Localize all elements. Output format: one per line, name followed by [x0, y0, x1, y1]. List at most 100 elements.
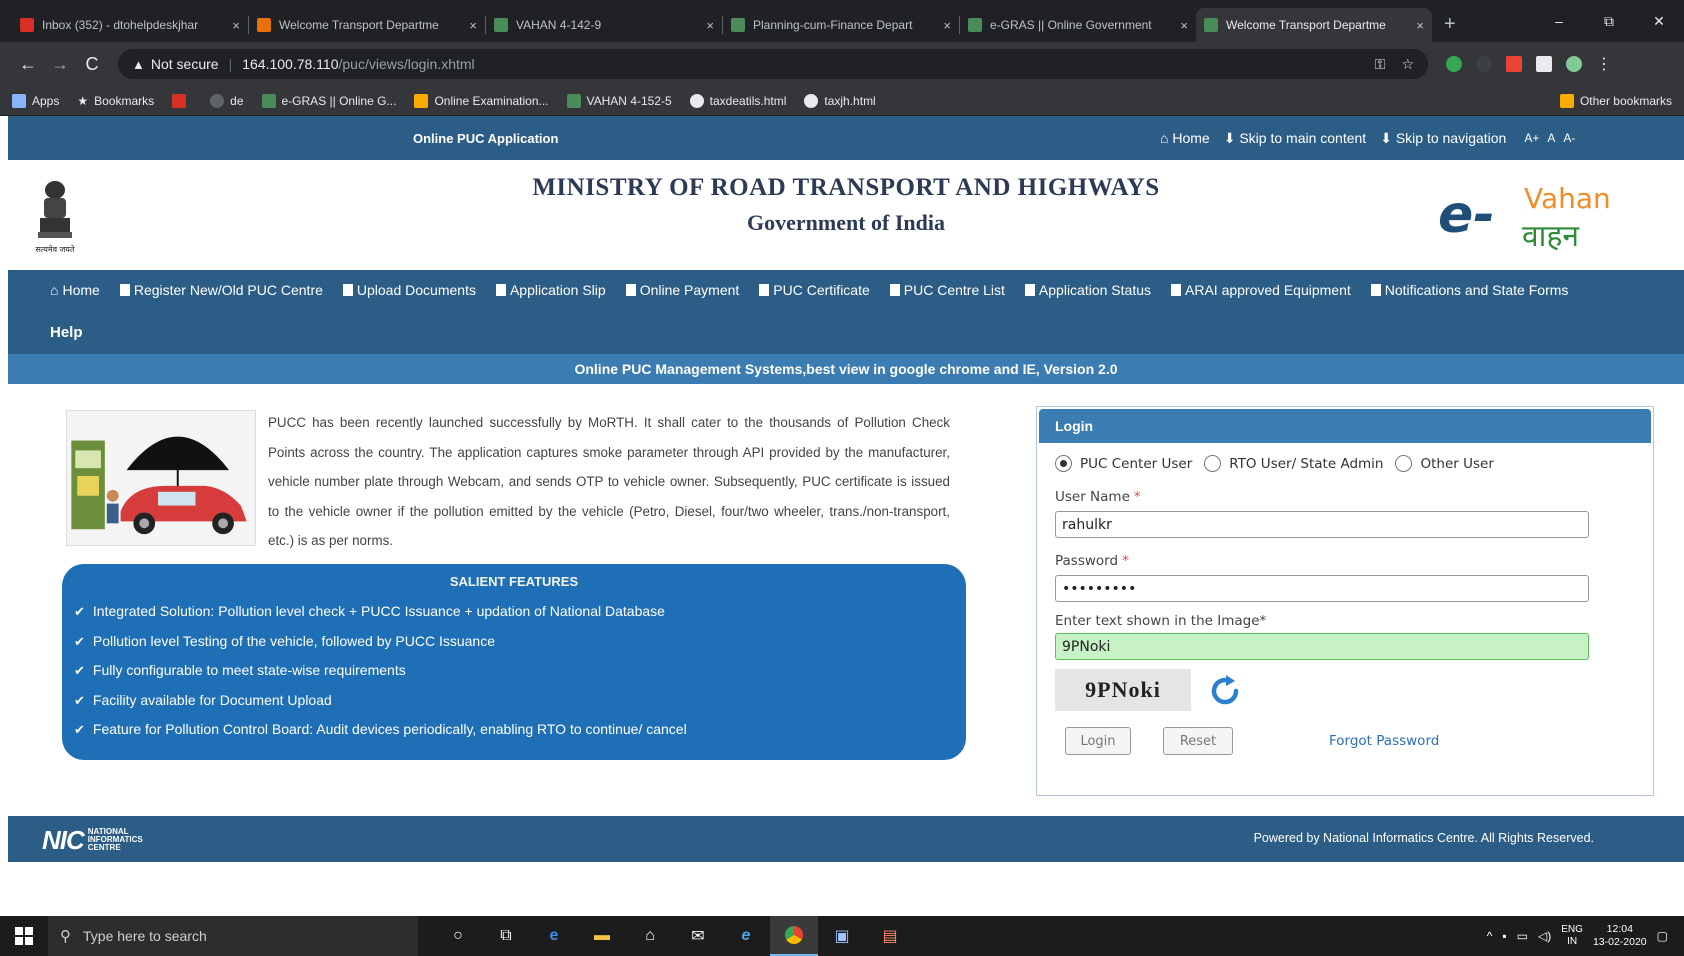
edge-icon[interactable]: e — [530, 916, 578, 956]
forgot-password-link[interactable]: Forgot Password — [1329, 727, 1439, 755]
internet-explorer-icon[interactable]: e — [722, 916, 770, 956]
bookmark-label: taxjh.html — [824, 93, 876, 108]
nav-home[interactable]: ⌂ Home — [50, 282, 100, 298]
nav-label: PUC Centre List — [903, 282, 1005, 298]
menu-icon[interactable]: ⋮ — [1596, 54, 1612, 74]
close-icon[interactable]: × — [1416, 18, 1424, 33]
chrome-icon[interactable] — [770, 916, 818, 956]
battery-icon[interactable]: ▭ — [1517, 929, 1528, 943]
network-icon[interactable]: ▪ — [1502, 929, 1506, 943]
star-icon[interactable]: ☆ — [1401, 56, 1414, 73]
nav-notifications-forms[interactable]: Notifications and State Forms — [1370, 282, 1568, 298]
main-nav: ⌂ Home Register New/Old PUC Centre Upload… — [8, 270, 1684, 354]
nav-help[interactable]: Help — [50, 324, 83, 341]
address-separator: | — [228, 56, 233, 72]
check-icon: ✔ — [74, 633, 85, 649]
bookmark-apps[interactable]: Apps — [12, 93, 59, 108]
notifications-icon[interactable]: ▢ — [1657, 929, 1668, 943]
browser-tab[interactable]: VAHAN 4-142-9 × — [486, 8, 722, 42]
extension-icon[interactable] — [1476, 56, 1492, 72]
browser-tab[interactable]: Welcome Transport Departme × — [249, 8, 485, 42]
bookmark-item[interactable]: de — [210, 93, 244, 108]
skip-nav-link[interactable]: ⬇ Skip to navigation — [1380, 130, 1506, 147]
bookmark-item[interactable] — [172, 93, 192, 108]
radio-rto-user[interactable]: RTO User/ State Admin — [1204, 455, 1383, 472]
nav-register-puc-centre[interactable]: Register New/Old PUC Centre — [119, 282, 323, 298]
close-icon[interactable]: × — [706, 18, 714, 33]
password-field[interactable] — [1055, 575, 1589, 602]
browser-tab[interactable]: Inbox (352) - dtohelpdeskjhar × — [12, 8, 248, 42]
reset-button[interactable]: Reset — [1163, 727, 1233, 755]
nav-label: Upload Documents — [356, 282, 476, 298]
font-decrease-button[interactable]: A- — [1563, 131, 1575, 145]
radio-button[interactable] — [1204, 455, 1222, 472]
check-icon: ✔ — [74, 663, 85, 678]
logo-vahan: Vahan — [1524, 182, 1611, 215]
extension-icon[interactable] — [1506, 56, 1522, 72]
maximize-icon[interactable]: ⧉ — [1584, 13, 1634, 30]
key-icon[interactable]: ⚿ — [1375, 56, 1386, 73]
other-bookmarks[interactable]: Other bookmarks — [1559, 93, 1672, 108]
reload-icon[interactable]: C — [76, 54, 108, 75]
file-explorer-icon[interactable]: ▬ — [578, 916, 626, 956]
taskbar-search[interactable]: ⚲ Type here to search — [48, 916, 418, 956]
close-icon[interactable]: × — [1180, 18, 1188, 33]
close-icon[interactable]: × — [469, 18, 477, 33]
new-tab-button[interactable]: + — [1432, 13, 1468, 42]
skip-main-link[interactable]: ⬇ Skip to main content — [1224, 130, 1366, 147]
nav-puc-certificate[interactable]: PUC Certificate — [759, 282, 870, 298]
browser-tab[interactable]: e-GRAS || Online Government × — [960, 8, 1196, 42]
bookmark-item[interactable]: taxdeatils.html — [689, 93, 786, 108]
captcha-field[interactable] — [1055, 633, 1589, 660]
radio-other-user[interactable]: Other User — [1395, 455, 1494, 472]
cortana-icon[interactable]: ○ — [434, 916, 482, 956]
nav-puc-centre-list[interactable]: PUC Centre List — [889, 282, 1005, 298]
nav-application-status[interactable]: Application Status — [1024, 282, 1151, 298]
nav-application-slip[interactable]: Application Slip — [495, 282, 606, 298]
nav-online-payment[interactable]: Online Payment — [625, 282, 739, 298]
font-normal-button[interactable]: A — [1547, 131, 1555, 145]
forward-icon[interactable]: → — [44, 54, 76, 75]
bookmark-item[interactable]: taxjh.html — [804, 93, 876, 108]
store-icon[interactable]: ⌂ — [626, 916, 674, 956]
username-field[interactable] — [1055, 511, 1589, 538]
task-view-icon[interactable]: ⧉ — [482, 916, 530, 956]
nav-arai-equipment[interactable]: ARAI approved Equipment — [1171, 282, 1351, 298]
radio-button[interactable] — [1395, 455, 1413, 472]
font-increase-button[interactable]: A+ — [1524, 131, 1539, 145]
app-icon[interactable]: ▤ — [866, 916, 914, 956]
language-indicator[interactable]: ENG IN — [1561, 924, 1583, 948]
check-icon: ✔ — [74, 604, 85, 619]
refresh-captcha-icon[interactable] — [1205, 671, 1245, 711]
close-window-icon[interactable]: ✕ — [1634, 13, 1684, 30]
radio-button-checked[interactable] — [1055, 455, 1072, 472]
bookmark-item[interactable]: VAHAN 4-152-5 — [566, 93, 672, 108]
app-icon[interactable]: ▣ — [818, 916, 866, 956]
login-button[interactable]: Login — [1065, 727, 1131, 755]
feature-text: Fully configurable to meet state-wise re… — [92, 662, 406, 678]
bookmark-item[interactable]: e-GRAS || Online G... — [261, 93, 396, 108]
profile-avatar[interactable] — [1566, 56, 1582, 72]
document-icon — [119, 284, 130, 296]
start-button[interactable] — [0, 916, 48, 956]
bookmark-bookmarks[interactable]: ★ Bookmarks — [77, 94, 154, 108]
back-icon[interactable]: ← — [12, 54, 44, 75]
browser-tab-active[interactable]: Welcome Transport Departme × — [1196, 8, 1432, 42]
minimize-icon[interactable]: – — [1534, 13, 1584, 29]
mail-icon[interactable]: ✉ — [674, 916, 722, 956]
clock[interactable]: 12:04 13-02-2020 — [1593, 923, 1647, 949]
close-icon[interactable]: × — [232, 18, 240, 33]
bookmark-item[interactable]: Online Examination... — [414, 93, 549, 108]
radio-puc-center-user[interactable]: PUC Center User — [1055, 455, 1192, 472]
bookmark-favicon — [566, 93, 581, 108]
close-icon[interactable]: × — [943, 18, 951, 33]
tab-title: Welcome Transport Departme — [1226, 18, 1386, 32]
chevron-up-icon[interactable]: ^ — [1487, 929, 1493, 943]
home-link[interactable]: ⌂ Home — [1160, 130, 1210, 146]
volume-icon[interactable]: ◁) — [1538, 929, 1551, 943]
nav-upload-documents[interactable]: Upload Documents — [342, 282, 476, 298]
address-bar[interactable]: ▲ Not secure | 164.100.78.110 /puc/views… — [118, 49, 1428, 79]
extension-icon[interactable] — [1446, 56, 1462, 72]
extension-icon[interactable] — [1536, 56, 1552, 72]
browser-tab[interactable]: Planning-cum-Finance Depart × — [723, 8, 959, 42]
